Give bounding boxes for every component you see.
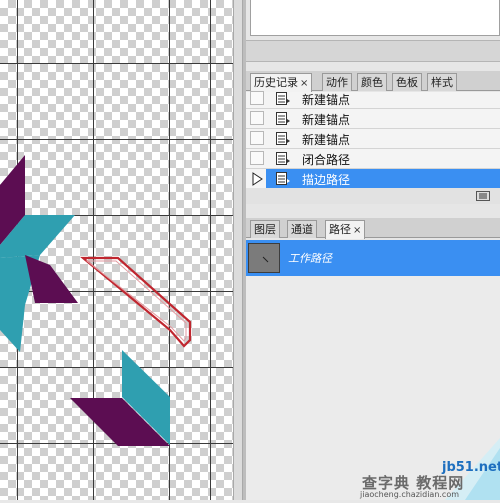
tab-layers-label: 图层 [254,223,276,236]
snapshot-checkbox[interactable] [250,111,264,125]
history-step-icon [276,172,290,185]
top-panel-content [250,0,500,36]
tab-history-label: 历史记录 [254,76,298,89]
arrow-shape-left [0,155,78,352]
tab-channels-label: 通道 [291,223,313,236]
history-item-label: 新建锚点 [302,93,351,107]
panel-menu-icon[interactable] [476,191,490,201]
paths-panel-tabbar: 图层 通道 路径 × [246,218,500,239]
history-item[interactable]: 新建锚点 [246,89,500,109]
stroked-path [79,256,192,348]
history-item[interactable]: 闭合路径 [246,149,500,169]
close-icon[interactable]: × [353,225,361,236]
snapshot-checkbox[interactable] [250,91,264,105]
top-panel-footer [246,40,500,62]
history-item-label: 描边路径 [302,173,351,187]
tab-styles-label: 样式 [431,76,453,89]
watermark-url: jiaocheng.chazidian.com [360,490,460,499]
close-icon[interactable]: × [300,78,308,89]
arrow-shape-bottom [70,350,170,446]
teal-chevron-tail [0,305,25,352]
history-state-pointer-icon[interactable] [250,172,264,186]
history-item[interactable]: 新建锚点 [246,129,500,149]
tab-paths-label: 路径 [329,223,351,236]
history-item-label: 新建锚点 [302,113,351,127]
history-step-icon [276,92,290,105]
history-step-icon [276,152,290,165]
tab-paths[interactable]: 路径 × [325,220,366,239]
history-item-label: 新建锚点 [302,133,351,147]
path-item-label: 工作路径 [288,252,332,265]
history-item[interactable]: 新建锚点 [246,109,500,129]
tab-swatches-label: 色板 [396,76,418,89]
history-panel-footer [246,188,500,204]
history-panel-tabbar: 历史记录 × 动作 颜色 色板 样式 [246,71,500,92]
history-step-icon [276,112,290,125]
tab-actions-label: 动作 [326,76,348,89]
tab-channels[interactable]: 通道 [287,220,317,238]
path-thumbnail [248,243,280,273]
tab-layers[interactable]: 图层 [250,220,280,238]
tab-color-label: 颜色 [361,76,383,89]
snapshot-checkbox[interactable] [250,131,264,145]
path-thumbnail-icon [262,256,269,263]
canvas-artwork [0,0,233,500]
path-item-selected[interactable] [246,240,500,276]
purple-chevron-bottom [25,255,78,303]
history-item-selected[interactable]: 描边路径 [246,169,500,189]
history-step-icon [276,132,290,145]
history-list: 新建锚点 新建锚点 新建锚点 闭合路径 描边路径 [246,89,500,202]
snapshot-checkbox[interactable] [250,151,264,165]
document-canvas[interactable] [0,0,233,500]
canvas-vertical-scrollbar[interactable] [233,0,243,500]
history-item-label: 闭合路径 [302,153,351,167]
watermark: jb51.net 查字典 教程网 jiaocheng.chazidian.com [350,438,500,500]
